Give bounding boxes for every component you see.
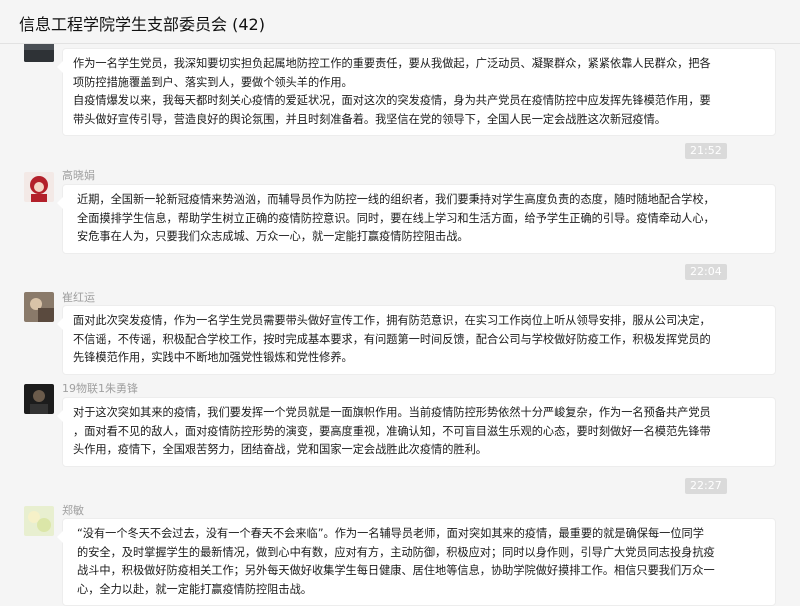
avatar-photo-icon — [24, 172, 54, 202]
sender-name: 郑敏 — [62, 504, 84, 517]
timestamp-divider: 22:04 — [685, 264, 727, 280]
message-bubble[interactable]: 对于这次突如其来的疫情，我们要发挥一个党员就是一面旗帜作用。当前疫情防控形势依然… — [57, 397, 776, 467]
avatar[interactable] — [24, 292, 54, 322]
message-text-line: 自疫情爆发以来，我每天都时刻关心疫情的爱延状况，面对这次的突发疫情，身为共产党员… — [73, 94, 711, 107]
message-text-line: 项防控措施覆盖到户、落实到人，要做个领头羊的作用。 — [73, 75, 353, 89]
timestamp-divider: 21:52 — [685, 143, 727, 159]
message-text-line: 面对此次突发疫情，作为一名学生党员需要带头做好宣传工作，拥有防范意识，在实习工作… — [73, 314, 711, 327]
chat-title: 信息工程学院学生支部委员会 (42) — [19, 15, 265, 34]
message-text-line: 带头做好宣传引导，营造良好的舆论氛围，并且时刻准备着。我坚信在党的领导下，全国人… — [73, 112, 666, 126]
message-text-line: ，面对看不见的敌人，面对疫情防控形势的演变，要高度重视，准确认知，不可盲目滋生乐… — [73, 424, 711, 438]
message-text-line: “没有一个冬天不会过去，没有一个春天不会来临”。作为一名辅导员老师，面对突如其来… — [77, 527, 704, 540]
chat-header: 信息工程学院学生支部委员会 (42) — [0, 0, 800, 44]
message-text-line: 头作用，疫情下，全国艰苦努力，团结奋战，党和国家一定会战胜此次疫情的胜利。 — [73, 443, 487, 456]
message-bubble[interactable]: 作为一名学生党员，我深知要切实担负起属地防控工作的重要责任，要从我做起，广泛动员… — [57, 48, 776, 136]
sender-name: 19物联1朱勇锋 — [62, 382, 138, 395]
message-bubble[interactable]: 近期，全国新一轮新冠疫情来势汹汹，而辅导员作为防控一线的组织者，我们要秉持对学生… — [57, 184, 776, 254]
sender-name: 高晓娟 — [62, 169, 95, 182]
message-text-line: 的安全，及时掌握学生的最新情况，做到心中有数，应对有方，主动防御，积极应对；同时… — [77, 545, 715, 559]
message-text-line: 先锋模范作用，实践中不断地加强党性锻炼和党性修养。 — [73, 351, 353, 364]
message-text-line: 不信谣，不传谣，积极配合学校工作，按时完成基本要求，有问题第一时间反馈，配合公司… — [73, 332, 711, 346]
message-text-line: 作为一名学生党员，我深知要切实担负起属地防控工作的重要责任，要从我做起，广泛动员… — [73, 57, 711, 70]
avatar[interactable] — [24, 506, 54, 536]
message-text-line: 安危事在人为，只要我们众志成城、万众一心，就一定能打赢疫情防控阻击战。 — [77, 230, 469, 243]
message-text-line: 心，全力以赴，就一定能打赢疫情防控阻击战。 — [77, 582, 312, 596]
avatar-photo-icon — [24, 384, 54, 414]
message-text-line: 战斗中，积极做好防疫相关工作；另外每天做好收集学生每日健康、居住地等信息，协助学… — [77, 564, 715, 577]
avatar[interactable] — [24, 172, 54, 202]
timestamp-divider: 22:27 — [685, 478, 727, 494]
sender-name: 崔红运 — [62, 291, 95, 304]
message-text-line: 全面摸排学生信息，帮助学生树立正确的疫情防控意识。同时，要在线上学习和生活方面，… — [77, 211, 715, 225]
message-bubble[interactable]: 面对此次突发疫情，作为一名学生党员需要带头做好宣传工作，拥有防范意识，在实习工作… — [57, 305, 776, 375]
message-text-line: 对于这次突如其来的疫情，我们要发挥一个党员就是一面旗帜作用。当前疫情防控形势依然… — [73, 406, 711, 419]
avatar-photo-icon — [24, 292, 54, 322]
avatar[interactable] — [24, 384, 54, 414]
chat-message-area[interactable]: 作为一名学生党员，我深知要切实担负起属地防控工作的重要责任，要从我做起，广泛动员… — [0, 0, 800, 606]
message-bubble[interactable]: “没有一个冬天不会过去，没有一个春天不会来临”。作为一名辅导员老师，面对突如其来… — [57, 518, 776, 606]
avatar-photo-icon — [24, 506, 54, 536]
message-text-line: 近期，全国新一轮新冠疫情来势汹汹，而辅导员作为防控一线的组织者，我们要秉持对学生… — [77, 193, 715, 206]
